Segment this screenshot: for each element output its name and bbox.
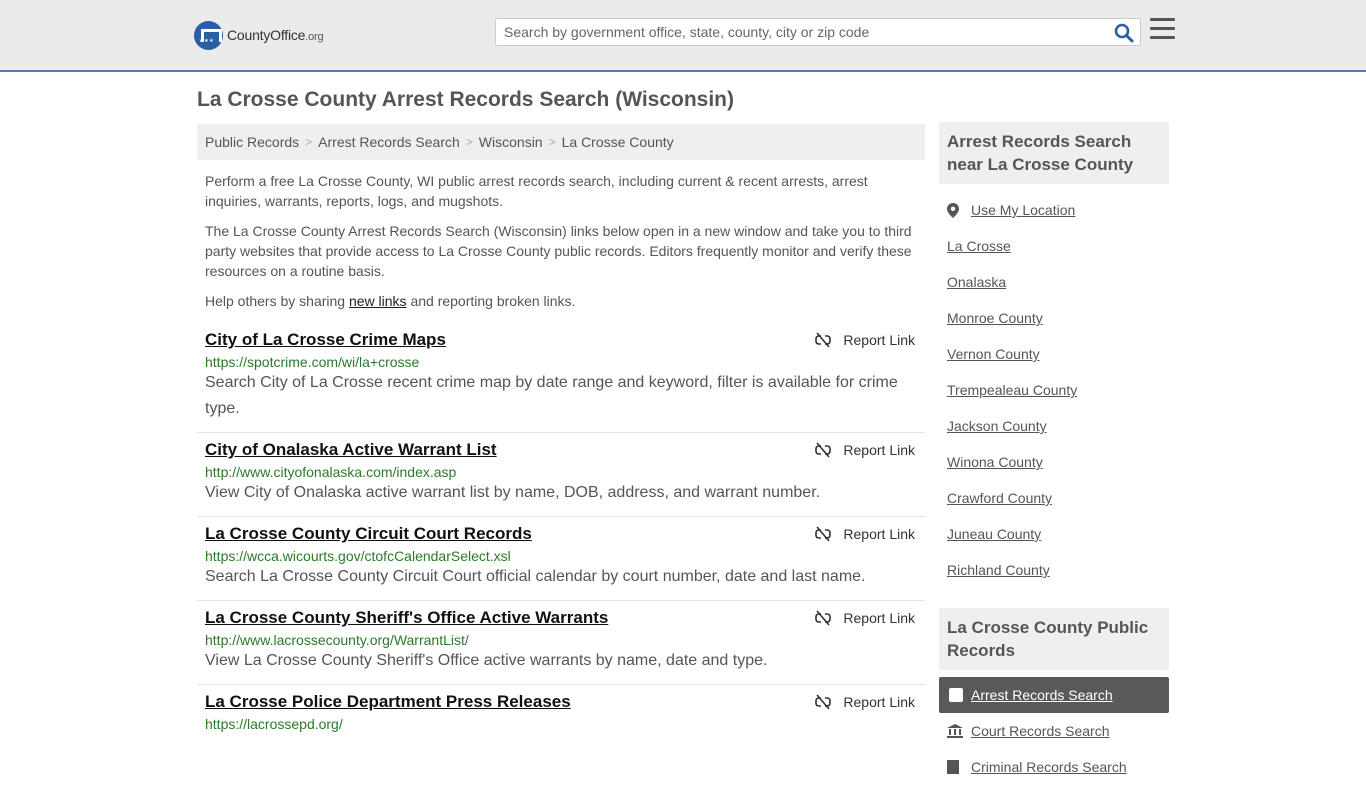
sidebar-link[interactable]: Vernon County <box>947 346 1040 362</box>
report-link-button[interactable]: Report Link <box>815 442 915 458</box>
intro-paragraph-2: The La Crosse County Arrest Records Sear… <box>205 223 912 279</box>
sidebar-item-trempealeau-county[interactable]: Trempealeau County <box>947 372 1169 408</box>
sidebar-active-link[interactable]: Arrest Records Search <box>971 687 1113 703</box>
report-link-button[interactable]: Report Link <box>815 332 915 348</box>
result-title-link[interactable]: City of Onalaska Active Warrant List <box>205 440 497 460</box>
site-logo[interactable]: CountyOffice.org <box>194 20 324 50</box>
intro-paragraph-3: Help others by sharing new links and rep… <box>205 291 917 311</box>
result-url: https://spotcrime.com/wi/la+crosse <box>205 354 420 370</box>
use-my-location-link[interactable]: Use My Location <box>971 202 1075 218</box>
breadcrumb: Public Records > Arrest Records Search >… <box>197 124 925 160</box>
logo-suffix: .org <box>305 31 324 43</box>
sidebar-link[interactable]: La Crosse <box>947 238 1011 254</box>
sidebar-link[interactable]: Richland County <box>947 562 1050 578</box>
search-box <box>495 18 1141 46</box>
report-link-label: Report Link <box>843 332 915 348</box>
sidebar-link[interactable]: Juneau County <box>947 526 1041 542</box>
search-input[interactable] <box>496 19 1096 45</box>
result-url: https://wcca.wicourts.gov/ctofcCalendarS… <box>205 548 511 564</box>
result-description: View City of Onalaska active warrant lis… <box>205 484 821 501</box>
capitol-seal-icon <box>194 20 223 50</box>
report-link-label: Report Link <box>843 526 915 542</box>
report-link-label: Report Link <box>843 442 915 458</box>
sidebar-item-winona-county[interactable]: Winona County <box>947 444 1169 480</box>
result-url: https://lacrossepd.org/ <box>205 716 343 732</box>
sidebar-item-criminal-records[interactable]: Criminal Records Search <box>947 749 1169 785</box>
sidebar-item-arrest-records-active[interactable]: Arrest Records Search <box>939 677 1169 713</box>
sidebar-item-la-crosse[interactable]: La Crosse <box>947 228 1169 264</box>
breadcrumb-la-crosse-county[interactable]: La Crosse County <box>562 134 674 150</box>
logo-name: CountyOffice <box>227 27 306 43</box>
broken-link-icon <box>815 610 832 626</box>
report-link-button[interactable]: Report Link <box>815 526 915 542</box>
breadcrumb-public-records[interactable]: Public Records <box>205 134 299 150</box>
result-description: Search La Crosse County Circuit Court of… <box>205 568 866 585</box>
search-icon <box>1114 23 1134 43</box>
result-item: La Crosse Police Department Press Releas… <box>197 685 925 742</box>
sidebar-item-use-location[interactable]: Use My Location <box>947 192 1169 228</box>
sidebar-link[interactable]: Criminal Records Search <box>971 759 1127 775</box>
sidebar-link[interactable]: Trempealeau County <box>947 382 1077 398</box>
sidebar-item-monroe-county[interactable]: Monroe County <box>947 300 1169 336</box>
breadcrumb-separator: > <box>465 135 473 149</box>
hamburger-menu-icon[interactable] <box>1150 18 1175 42</box>
result-title-link[interactable]: La Crosse Police Department Press Releas… <box>205 692 571 712</box>
result-item: La Crosse County Circuit Court Records R… <box>197 517 925 601</box>
intro-text: Perform a free La Crosse County, WI publ… <box>205 171 917 321</box>
site-header: CountyOffice.org <box>0 0 1366 72</box>
results-list: City of La Crosse Crime Maps Report Link… <box>197 323 925 742</box>
sidebar-item-richland-county[interactable]: Richland County <box>947 552 1169 588</box>
result-item: City of La Crosse Crime Maps Report Link… <box>197 323 925 433</box>
new-links-link[interactable]: new links <box>349 293 407 309</box>
sidebar-item-vernon-county[interactable]: Vernon County <box>947 336 1169 372</box>
sidebar-link[interactable]: Winona County <box>947 454 1043 470</box>
breadcrumb-separator: > <box>548 135 556 149</box>
broken-link-icon <box>815 442 832 458</box>
result-item: City of Onalaska Active Warrant List Rep… <box>197 433 925 517</box>
sidebar-item-juneau-county[interactable]: Juneau County <box>947 516 1169 552</box>
intro-help-text: Help others by sharing <box>205 293 349 309</box>
logo-text: CountyOffice.org <box>227 27 324 43</box>
courthouse-icon <box>947 724 965 738</box>
sidebar-near-list: Use My Location La Crosse Onalaska Monro… <box>947 192 1169 588</box>
sidebar-link[interactable]: Crawford County <box>947 490 1052 506</box>
sidebar-public-heading: La Crosse County Public Records <box>939 608 1169 670</box>
sidebar-item-onalaska[interactable]: Onalaska <box>947 264 1169 300</box>
result-title-link[interactable]: City of La Crosse Crime Maps <box>205 330 446 350</box>
sidebar-link[interactable]: Monroe County <box>947 310 1043 326</box>
result-description: View La Crosse County Sheriff's Office a… <box>205 652 768 669</box>
sidebar-link[interactable]: Jackson County <box>947 418 1047 434</box>
sidebar-link[interactable]: Onalaska <box>947 274 1006 290</box>
broken-link-icon <box>815 694 832 710</box>
square-icon <box>949 688 963 702</box>
result-description: Search City of La Crosse recent crime ma… <box>205 374 898 417</box>
broken-link-icon <box>815 332 832 348</box>
page-title: La Crosse County Arrest Records Search (… <box>197 88 735 111</box>
sidebar-item-court-records[interactable]: Court Records Search <box>947 713 1169 749</box>
map-pin-icon <box>947 202 965 218</box>
result-title-link[interactable]: La Crosse County Sheriff's Office Active… <box>205 608 608 628</box>
sidebar-public-list: Court Records Search Criminal Records Se… <box>947 713 1169 785</box>
result-item: La Crosse County Sheriff's Office Active… <box>197 601 925 685</box>
broken-link-icon <box>815 526 832 542</box>
report-link-button[interactable]: Report Link <box>815 694 915 710</box>
result-url: http://www.lacrossecounty.org/WarrantLis… <box>205 632 469 648</box>
breadcrumb-separator: > <box>305 135 313 149</box>
intro-paragraph-1: Perform a free La Crosse County, WI publ… <box>205 173 868 209</box>
result-url: http://www.cityofonalaska.com/index.asp <box>205 464 457 480</box>
breadcrumb-arrest-records-search[interactable]: Arrest Records Search <box>318 134 460 150</box>
sidebar-item-crawford-county[interactable]: Crawford County <box>947 480 1169 516</box>
sidebar-link[interactable]: Court Records Search <box>971 723 1110 739</box>
breadcrumb-wisconsin[interactable]: Wisconsin <box>479 134 543 150</box>
result-title-link[interactable]: La Crosse County Circuit Court Records <box>205 524 532 544</box>
intro-help-text-end: and reporting broken links. <box>406 293 576 309</box>
report-link-label: Report Link <box>843 610 915 626</box>
report-link-label: Report Link <box>843 694 915 710</box>
report-link-button[interactable]: Report Link <box>815 610 915 626</box>
sidebar-near-heading: Arrest Records Search near La Crosse Cou… <box>939 122 1169 184</box>
search-button[interactable] <box>1114 23 1134 43</box>
document-icon <box>947 760 965 774</box>
sidebar-item-jackson-county[interactable]: Jackson County <box>947 408 1169 444</box>
